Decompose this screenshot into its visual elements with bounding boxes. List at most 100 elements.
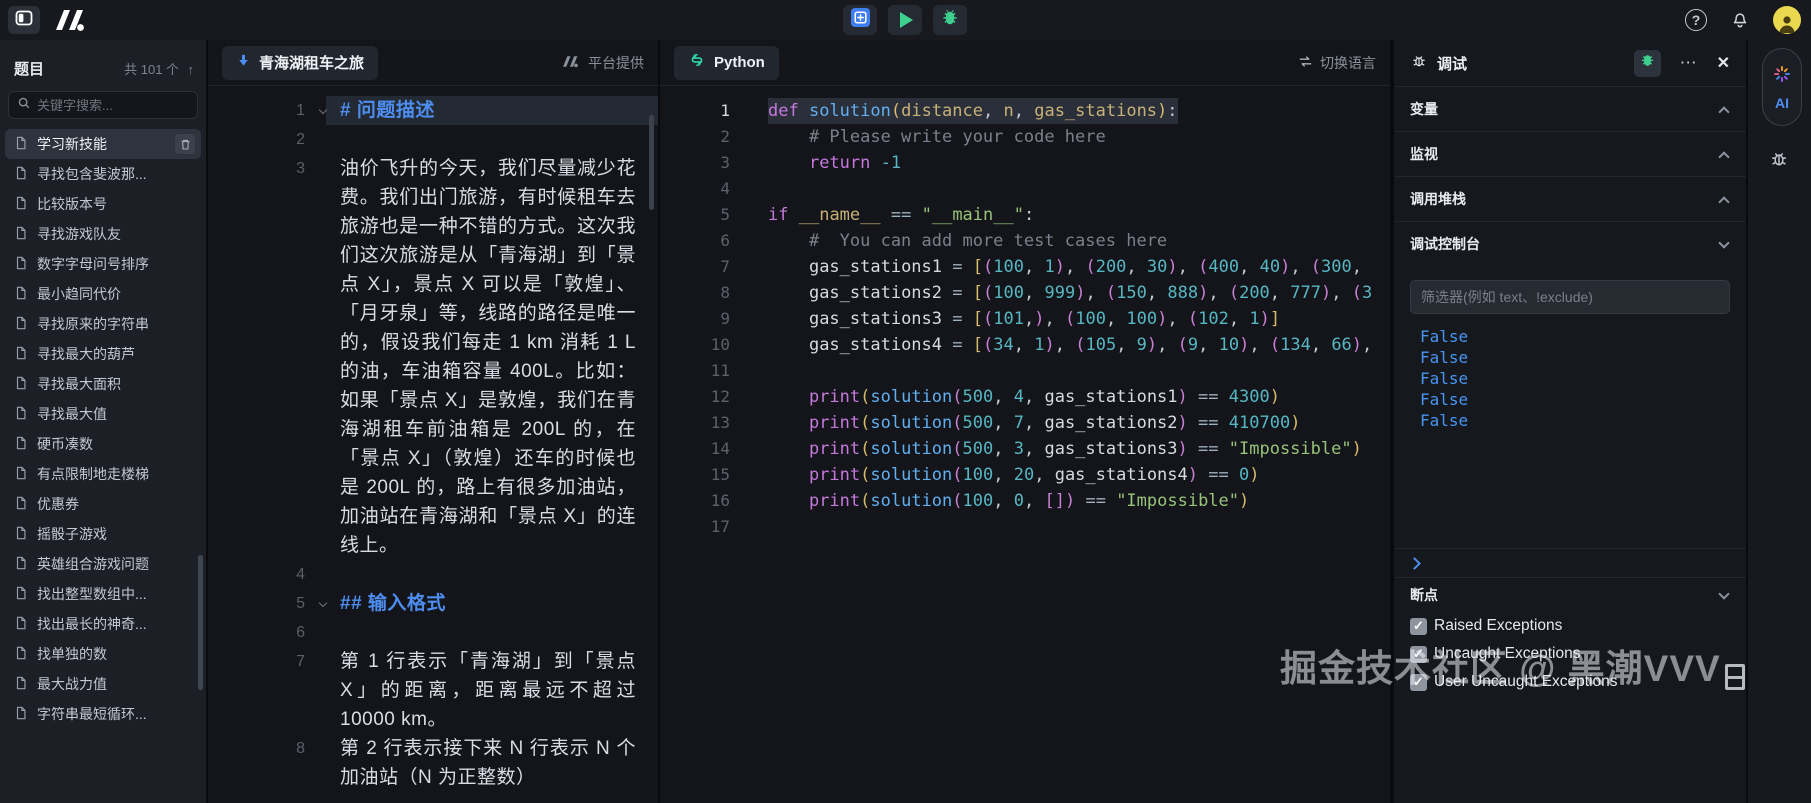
more-actions-button[interactable]: ⋯ [1680, 53, 1698, 73]
sidebar-scrollbar[interactable] [198, 555, 203, 690]
sidebar-item[interactable]: 寻找包含斐波那... [0, 159, 206, 189]
sidebar-item[interactable]: 最小趋同代价 [0, 279, 206, 309]
sidebar-item[interactable]: 寻找游戏队友 [0, 219, 206, 249]
sidebar-item[interactable]: 找出最长的神奇... [0, 609, 206, 639]
sidebar-item[interactable]: 比较版本号 [0, 189, 206, 219]
file-icon [14, 616, 28, 633]
fold-icon[interactable] [305, 96, 340, 125]
console-value[interactable]: False [1420, 347, 1730, 368]
language-tab-python[interactable]: Python [674, 45, 779, 80]
search-box[interactable] [8, 91, 198, 119]
prompt-chevron-icon [1408, 556, 1421, 570]
console-value[interactable]: False [1420, 326, 1730, 347]
section-debug-console[interactable]: 调试控制台 [1394, 221, 1746, 266]
console-input-row[interactable] [1394, 548, 1746, 578]
debug-run-button[interactable] [933, 5, 967, 35]
problem-scrollbar[interactable] [649, 115, 654, 210]
checkbox-checked-icon[interactable]: ✓ [1410, 645, 1427, 663]
collapse-arrow-icon[interactable]: ↑ [188, 62, 195, 77]
sidebar-item[interactable]: 最大战力值 [0, 669, 206, 699]
file-icon [14, 166, 28, 183]
code-line[interactable]: 11 [660, 358, 1390, 384]
code-line[interactable]: 1 def solution(distance, n, gas_stations)… [660, 98, 1390, 124]
sidebar-item[interactable]: 优惠券 [0, 489, 206, 519]
breakpoint-row[interactable]: ✓ User Uncaught Exceptions [1394, 668, 1746, 696]
file-icon [14, 496, 28, 513]
doc-text [340, 560, 636, 589]
section-variables[interactable]: 变量 [1394, 86, 1746, 131]
debug-active-bug-button[interactable] [1633, 49, 1661, 77]
sidebar-item[interactable]: 寻找最大面积 [0, 369, 206, 399]
sidebar-item[interactable]: 寻找最大值 [0, 399, 206, 429]
console-filter-input[interactable] [1421, 289, 1719, 305]
breakpoints-header[interactable]: 断点 [1394, 578, 1746, 612]
code-line[interactable]: 2 # Please write your code here [660, 124, 1390, 150]
code-line[interactable]: 13 print(solution(500, 7, gas_stations2)… [660, 410, 1390, 436]
bug-icon [1639, 52, 1656, 74]
search-input[interactable] [37, 97, 177, 113]
app-logo[interactable] [52, 8, 90, 37]
code-line[interactable]: 3 return -1 [660, 150, 1390, 176]
fold-icon[interactable] [305, 589, 340, 618]
insert-snippet-button[interactable] [843, 5, 877, 35]
sidebar-item[interactable]: 摇骰子游戏 [0, 519, 206, 549]
problem-list: 学习新技能 寻找包含斐波那... 比较版本号 寻找游戏队友 数字字母问号排序 最小趋同代价… [0, 129, 206, 729]
code-line[interactable]: 4 [660, 176, 1390, 202]
user-avatar[interactable] [1773, 6, 1801, 34]
code-line[interactable]: 10 gas_stations4 = [(34, 1), (105, 9), (… [660, 332, 1390, 358]
trash-icon[interactable] [175, 134, 195, 154]
console-filter-box[interactable] [1410, 280, 1730, 314]
checkbox-checked-icon[interactable]: ✓ [1410, 617, 1427, 635]
code-line[interactable]: 7 gas_stations1 = [(100, 1), (200, 30), … [660, 254, 1390, 280]
sidebar-item[interactable]: 学习新技能 [5, 129, 201, 159]
code-line[interactable]: 15 print(solution(100, 20, gas_stations4… [660, 462, 1390, 488]
code-line[interactable]: 5 if __name__ == "__main__": [660, 202, 1390, 228]
sidebar-item-label: 寻找最大的葫芦 [37, 346, 135, 362]
problem-tab[interactable]: 青海湖租车之旅 [222, 45, 379, 80]
code-line[interactable]: 6 # You can add more test cases here [660, 228, 1390, 254]
language-tab-label: Python [714, 54, 765, 71]
console-value[interactable]: False [1420, 368, 1730, 389]
section-watch[interactable]: 监视 [1394, 131, 1746, 176]
switch-language-button[interactable]: 切换语言 [1298, 53, 1376, 73]
doc-line: 3 油价飞升的今天，我们尽量减少花费。我们出门旅游，有时候租车去旅游也是一种不错的… [208, 154, 658, 560]
code-line[interactable]: 12 print(solution(500, 4, gas_stations1)… [660, 384, 1390, 410]
doc-text: 油价飞升的今天，我们尽量减少花费。我们出门旅游，有时候租车去旅游也是一种不错的方… [340, 158, 636, 556]
doc-line: 4 [208, 560, 658, 589]
watch-label: 监视 [1410, 146, 1438, 162]
console-value[interactable]: False [1420, 410, 1730, 431]
sidebar-item[interactable]: 字符串最短循环... [0, 699, 206, 729]
sidebar-item[interactable]: 寻找原来的字符串 [0, 309, 206, 339]
checkbox-checked-icon[interactable]: ✓ [1410, 673, 1427, 691]
code-line[interactable]: 8 gas_stations2 = [(100, 999), (150, 888… [660, 280, 1390, 306]
ai-assistant-button[interactable]: AI [1762, 48, 1802, 126]
notifications-button[interactable] [1729, 7, 1751, 34]
problem-document[interactable]: 1 # 问题描述 2 3 油价飞升的今天，我们尽量减少花费。我们出门旅游，有时候租车去旅… [208, 86, 658, 792]
code-line-number: 9 [720, 309, 730, 328]
breakpoint-row[interactable]: ✓ Raised Exceptions [1394, 612, 1746, 640]
sidebar-item[interactable]: 寻找最大的葫芦 [0, 339, 206, 369]
code-line[interactable]: 16 print(solution(100, 0, []) == "Imposs… [660, 488, 1390, 514]
code-line[interactable]: 9 gas_stations3 = [(101,), (100, 100), (… [660, 306, 1390, 332]
help-label: ? [1691, 12, 1701, 28]
console-output[interactable]: False False False False False [1420, 326, 1730, 431]
code-line[interactable]: 14 print(solution(500, 3, gas_stations3)… [660, 436, 1390, 462]
debug-rail-button[interactable] [1768, 148, 1790, 175]
doc-line-number: 6 [296, 624, 305, 641]
sidebar-item[interactable]: 有点限制地走楼梯 [0, 459, 206, 489]
code-editor[interactable]: 1 def solution(distance, n, gas_stations)… [660, 86, 1390, 540]
sidebar-item[interactable]: 找单独的数 [0, 639, 206, 669]
help-button[interactable]: ? [1685, 9, 1707, 31]
sidebar-item[interactable]: 数字字母问号排序 [0, 249, 206, 279]
run-button[interactable] [888, 5, 922, 35]
sidebar-toggle-button[interactable] [8, 6, 40, 34]
section-call-stack[interactable]: 调用堆栈 [1394, 176, 1746, 221]
code-text: print(solution(500, 4, gas_stations1) ==… [808, 387, 1280, 407]
close-debug-button[interactable]: ✕ [1717, 53, 1730, 73]
console-value[interactable]: False [1420, 389, 1730, 410]
breakpoint-row[interactable]: ✓ Uncaught Exceptions [1394, 640, 1746, 668]
sidebar-item[interactable]: 硬币凑数 [0, 429, 206, 459]
code-line[interactable]: 17 [660, 514, 1390, 540]
sidebar-item[interactable]: 找出整型数组中... [0, 579, 206, 609]
sidebar-item[interactable]: 英雄组合游戏问题 [0, 549, 206, 579]
